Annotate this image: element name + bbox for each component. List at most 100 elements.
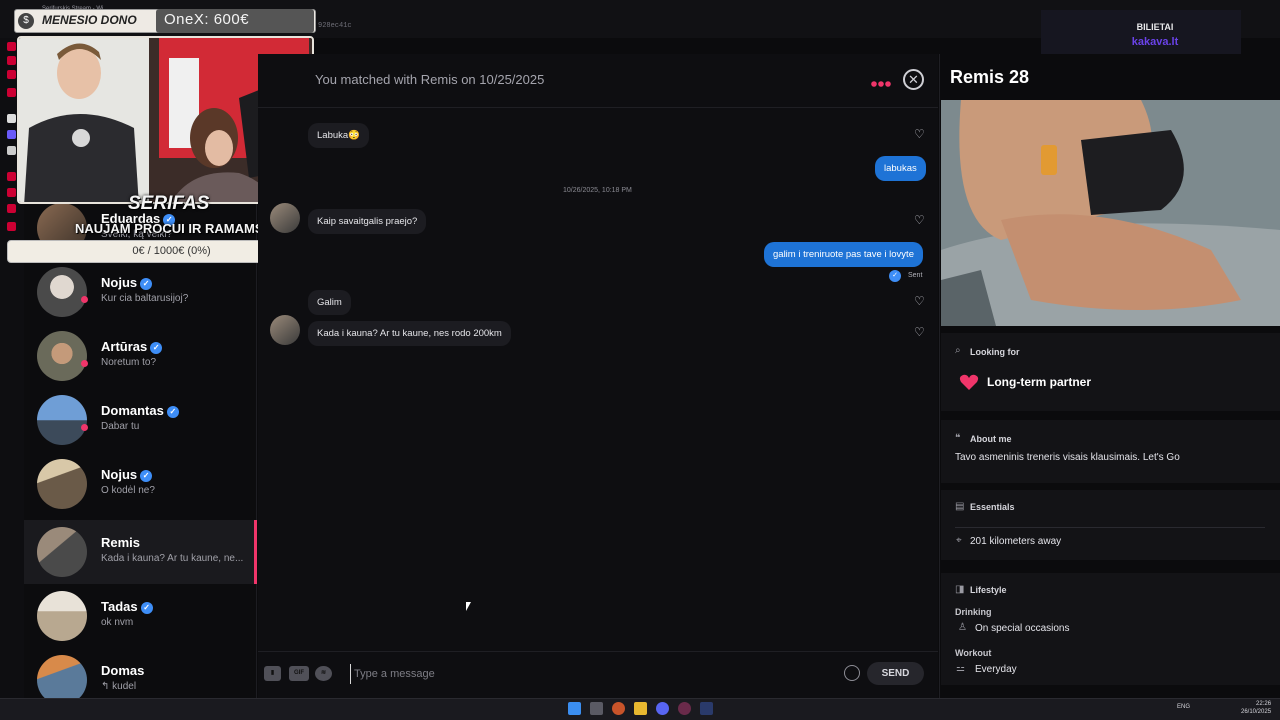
message-incoming: Kada i kauna? Ar tu kaune, nes rodo 200k… [308, 321, 511, 346]
verified-icon: ✓ [140, 602, 153, 614]
conversation-name: Artūras ✓ [101, 339, 163, 354]
ad-brand: kakava.lt [1131, 36, 1179, 48]
stream-tagline: NAUJAM PROCUI IR RAMAMS! [75, 221, 268, 236]
conversation-item[interactable]: Tadas ✓ ok nvm [24, 584, 257, 648]
drinking-label: Drinking [955, 607, 992, 617]
monthly-donor-label: MENESIO DONO [42, 13, 137, 27]
browser-app-icon[interactable] [7, 114, 16, 123]
conversation-preview: Kur cia baltarusijoj? [101, 293, 189, 304]
browser-taskbar-icon[interactable] [612, 702, 625, 715]
url-fragment: 928ec41c [318, 22, 352, 30]
about-text: Tavo asmeninis treneris visais klausimai… [955, 452, 1180, 463]
avatar [37, 395, 87, 445]
location-icon: ⌖ [956, 535, 962, 546]
distance-value: 201 kilometers away [970, 536, 1062, 547]
search-icon: ⌕ [955, 345, 961, 356]
sent-status: Sent [908, 272, 923, 279]
heart-icon[interactable]: ♡ [914, 128, 926, 140]
tag-icon: ◨ [955, 584, 965, 595]
looking-for-section [941, 333, 1280, 411]
spotify-icon[interactable]: ≋ [315, 666, 332, 681]
browser-app-icon[interactable] [7, 204, 16, 213]
app-taskbar-icon[interactable] [700, 702, 713, 715]
sender-avatar[interactable] [270, 315, 300, 345]
browser-app-icon[interactable] [7, 222, 16, 231]
avatar [37, 527, 87, 577]
online-indicator [81, 360, 88, 367]
send-button[interactable]: SEND [867, 662, 924, 685]
browser-app-icon[interactable] [7, 42, 16, 51]
essentials-section [941, 490, 1280, 560]
x-icon[interactable] [7, 146, 16, 155]
conversation-name: Domantas ✓ [101, 403, 179, 418]
section-title: Essentials [970, 502, 1015, 512]
section-title: About me [970, 434, 1012, 444]
conversation-preview: Dabar tu [101, 421, 140, 432]
language-indicator[interactable]: ENG [1177, 704, 1190, 710]
section-title: Looking for [970, 347, 1020, 357]
heart-icon[interactable]: ♡ [914, 326, 926, 338]
browser-app-icon[interactable] [7, 88, 16, 97]
task-view-icon[interactable] [590, 702, 603, 715]
conversation-item-active[interactable]: Remis Kada i kauna? Ar tu kaune, ne... [24, 520, 257, 584]
heart-icon[interactable]: ♡ [914, 295, 926, 307]
section-title: Lifestyle [970, 585, 1007, 595]
avatar [37, 267, 87, 317]
browser-app-icon[interactable] [7, 188, 16, 197]
workout-value: Everyday [975, 664, 1017, 675]
heart-arrow-icon [959, 373, 979, 391]
avatar [37, 591, 87, 641]
message-outgoing: galim i treniruote pas tave i lovyte [764, 242, 923, 267]
chat-panel [258, 54, 938, 698]
workout-label: Workout [955, 648, 992, 658]
close-chat-icon[interactable]: ✕ [903, 69, 924, 90]
sticker-icon[interactable]: ▮ [264, 666, 281, 681]
file-explorer-icon[interactable] [634, 702, 647, 715]
message-outgoing: labukas [875, 156, 926, 181]
conversation-name: Domas [101, 663, 145, 678]
mouse-cursor [466, 602, 471, 611]
ad-title: BILIETAI [1136, 22, 1174, 32]
conversation-item[interactable]: Artūras ✓ Noretum to? [24, 324, 257, 388]
clock[interactable]: 22:26 26/10/2025 [1241, 700, 1271, 716]
conversation-item[interactable]: Nojus ✓ O kodėl ne? [24, 452, 257, 516]
quote-icon: ❝ [955, 433, 961, 444]
divider [955, 527, 1265, 528]
gif-button[interactable]: GIF [289, 666, 309, 681]
wine-glass-icon: ♙ [958, 622, 967, 633]
drinking-value: On special occasions [975, 623, 1070, 634]
message-input[interactable] [350, 664, 830, 684]
heart-icon[interactable]: ♡ [914, 214, 926, 226]
dollar-icon: $ [18, 13, 34, 29]
conversation-preview: O kodėl ne? [101, 485, 155, 496]
conversation-preview: ok nvm [101, 617, 134, 628]
conversation-name: Nojus ✓ [101, 467, 153, 482]
dumbbell-icon: ⚍ [956, 663, 965, 674]
conversation-item[interactable]: Nojus ✓ Kur cia baltarusijoj? [24, 260, 257, 324]
browser-app-icon[interactable] [7, 56, 16, 65]
profile-name: Remis 28 [950, 67, 1030, 87]
verified-icon: ✓ [140, 470, 153, 482]
conversation-item[interactable]: Domantas ✓ Dabar tu [24, 388, 257, 452]
profile-photo[interactable] [941, 100, 1280, 326]
looking-for-value: Long-term partner [987, 375, 1092, 389]
browser-app-icon[interactable] [7, 70, 16, 79]
message-incoming: Galim [308, 290, 351, 315]
windows-start-icon[interactable] [568, 702, 581, 715]
emoji-icon[interactable] [844, 665, 860, 681]
browser-app-icon[interactable] [7, 130, 16, 139]
conversation-preview: Noretum to? [101, 357, 157, 368]
message-incoming: Labuka😳 [308, 123, 369, 148]
verified-icon: ✓ [150, 342, 163, 354]
verified-icon: ✓ [166, 406, 179, 418]
discord-icon[interactable] [656, 702, 669, 715]
browser-app-icon[interactable] [7, 172, 16, 181]
conversation-preview: ↰ kudel [101, 681, 137, 692]
streamer-name: SERIFAS [128, 193, 210, 214]
more-options-icon[interactable] [870, 75, 892, 87]
sponsor-label: OneX: 600€ [164, 11, 250, 28]
obs-icon[interactable] [678, 702, 691, 715]
online-indicator [81, 424, 88, 431]
message-incoming: Kaip savaitgalis praejo? [308, 209, 427, 234]
sender-avatar[interactable] [270, 203, 300, 233]
